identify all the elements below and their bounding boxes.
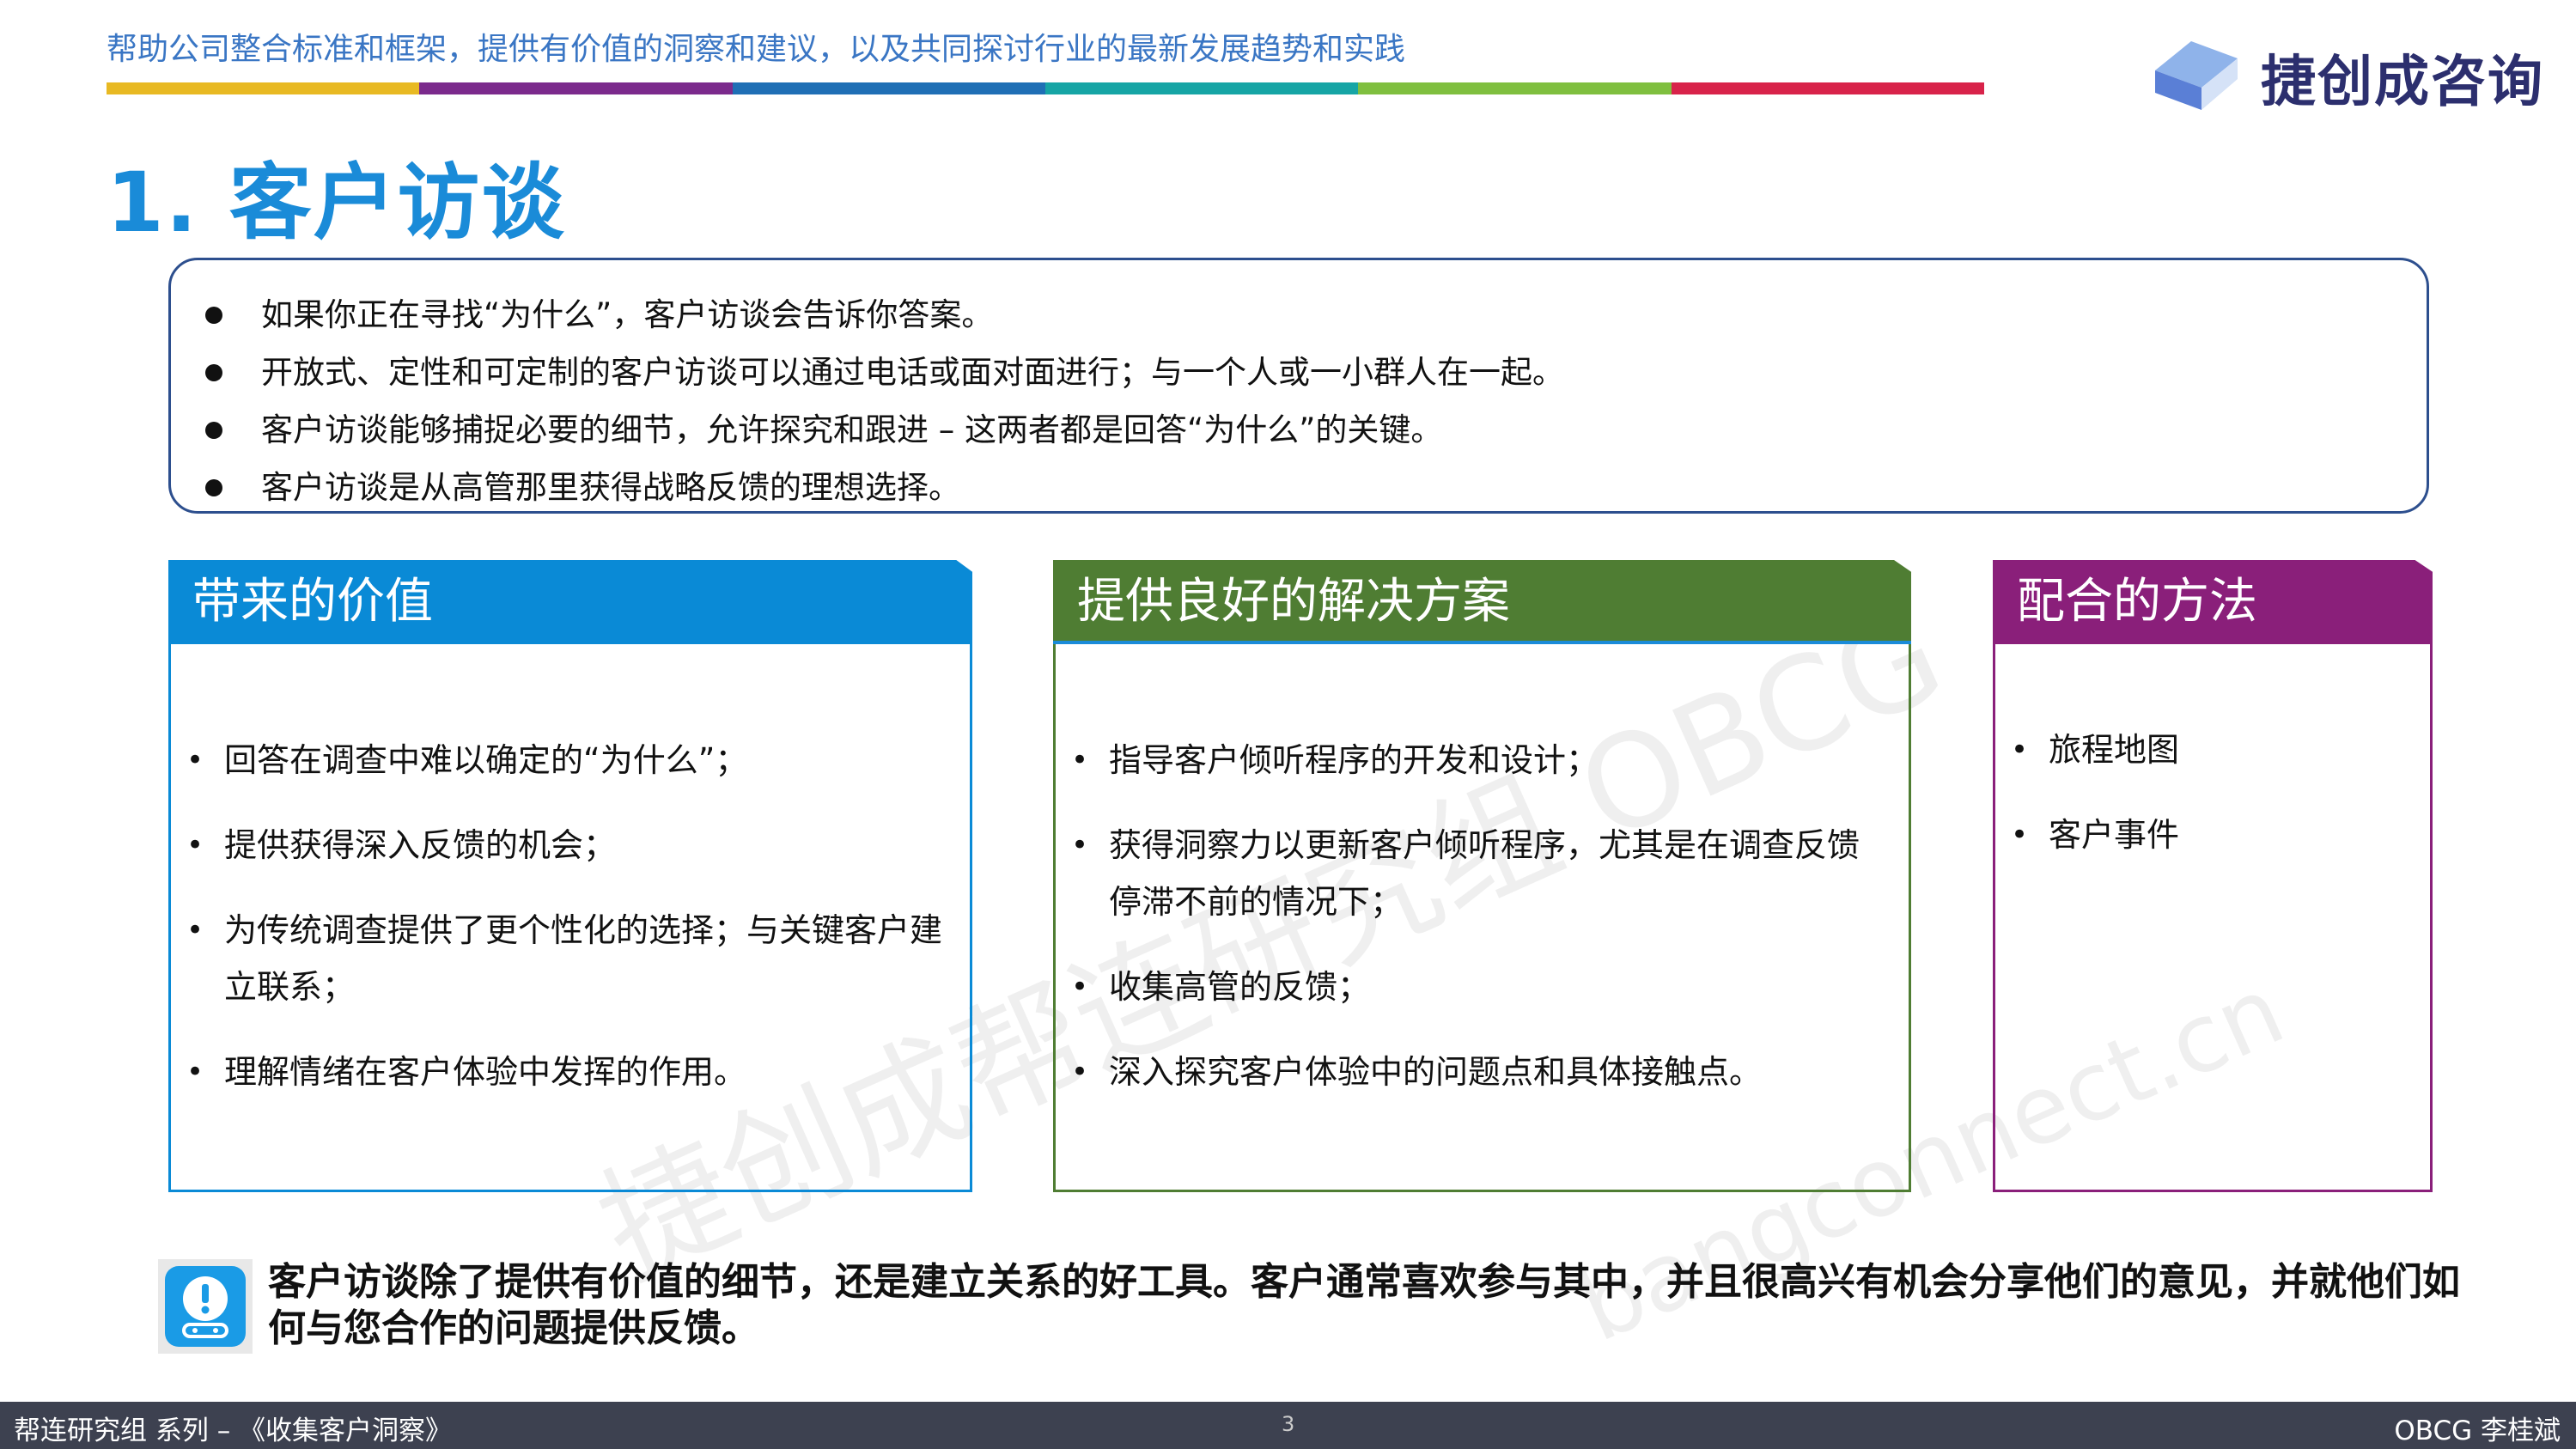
header-color-stripe	[107, 82, 1984, 94]
stripe-segment	[1358, 82, 1672, 94]
footer-series-title: 帮连研究组 系列 – 《收集客户洞察》	[14, 1416, 453, 1446]
card-method-body: 旅程地图 客户事件	[1993, 644, 2433, 1192]
list-item: 旅程地图	[1995, 721, 2430, 778]
list-item: 深入探究客户体验中的问题点和具体接触点。	[1056, 1044, 1909, 1100]
list-item: 理解情绪在客户体验中发挥的作用。	[171, 1044, 970, 1100]
list-item: 为传统调查提供了更个性化的选择；与关键客户建立联系；	[171, 902, 970, 1015]
page-title: 1. 客户访谈	[107, 155, 566, 251]
logo-text: 捷创成咨询	[2261, 51, 2544, 114]
footer-bar: 帮连研究组 系列 – 《收集客户洞察》 3 OBCG 李桂斌	[0, 1402, 2576, 1449]
note-icon-frame	[158, 1259, 253, 1354]
list-item: 回答在调查中难以确定的“为什么”；	[171, 732, 970, 788]
note-text: 客户访谈除了提供有价值的细节，还是建立关系的好工具。客户通常喜欢参与其中，并且很…	[268, 1260, 2460, 1350]
cube-logo-icon	[2155, 41, 2238, 110]
list-item: 指导客户倾听程序的开发和设计；	[1056, 732, 1909, 788]
card-solution: 提供良好的解决方案 指导客户倾听程序的开发和设计； 获得洞察力以更新客户倾听程序…	[1053, 560, 1911, 1192]
card-method-title: 配合的方法	[1993, 560, 2433, 644]
list-item: 客户事件	[1995, 807, 2430, 863]
intro-bullet: 客户访谈是从高管那里获得战略反馈的理想选择。	[205, 459, 2427, 516]
intro-bullet: 开放式、定性和可定制的客户访谈可以通过电话或面对面进行；与一个人或一小群人在一起…	[205, 344, 2427, 401]
list-item: 获得洞察力以更新客户倾听程序，尤其是在调查反馈停滞不前的情况下；	[1056, 817, 1909, 930]
list-item: 提供获得深入反馈的机会；	[171, 817, 970, 874]
header-tagline: 帮助公司整合标准和框架，提供有价值的洞察和建议，以及共同探讨行业的最新发展趋势和…	[107, 32, 1406, 67]
intro-bullet: 客户访谈能够捕捉必要的细节，允许探究和跟进 – 这两者都是回答“为什么”的关键。	[205, 401, 2427, 459]
footer-author: OBCG 李桂斌	[2394, 1416, 2561, 1446]
card-method: 配合的方法 旅程地图 客户事件	[1993, 560, 2433, 1192]
card-value: 带来的价值 回答在调查中难以确定的“为什么”； 提供获得深入反馈的机会； 为传统…	[168, 560, 972, 1192]
card-solution-title: 提供良好的解决方案	[1053, 560, 1911, 644]
card-solution-body: 指导客户倾听程序的开发和设计； 获得洞察力以更新客户倾听程序，尤其是在调查反馈停…	[1053, 644, 1911, 1192]
intro-box: 如果你正在寻找“为什么”，客户访谈会告诉你答案。 开放式、定性和可定制的客户访谈…	[168, 258, 2429, 514]
stripe-segment	[1044, 82, 1359, 94]
card-value-title: 带来的价值	[168, 560, 972, 644]
stripe-segment	[419, 82, 733, 94]
card-value-body: 回答在调查中难以确定的“为什么”； 提供获得深入反馈的机会； 为传统调查提供了更…	[168, 644, 972, 1192]
alert-icon	[165, 1266, 246, 1347]
intro-bullet: 如果你正在寻找“为什么”，客户访谈会告诉你答案。	[205, 286, 2427, 344]
list-item: 收集高管的反馈；	[1056, 959, 1909, 1015]
stripe-segment	[107, 82, 420, 94]
stripe-segment	[1671, 82, 1984, 94]
page-number: 3	[1282, 1412, 1295, 1436]
stripe-segment	[732, 82, 1045, 94]
